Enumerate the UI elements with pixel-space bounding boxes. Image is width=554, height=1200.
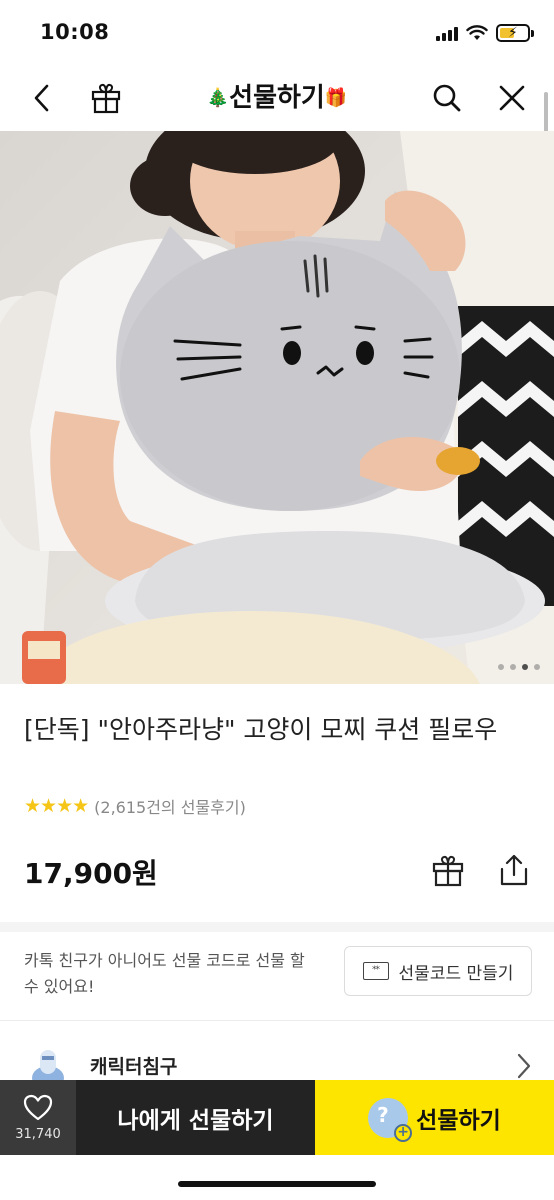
brand-row[interactable]: 캐릭터침구 — [0, 1032, 554, 1088]
plus-icon: + — [394, 1123, 413, 1142]
price-actions — [430, 850, 532, 890]
section-divider — [0, 922, 554, 932]
pager-dot[interactable] — [510, 664, 516, 670]
present-icon: 🎁 — [324, 87, 348, 109]
gift-code-description: 카톡 친구가 아니어도 선물 코드로 선물 할 수 있어요! — [24, 951, 305, 996]
gift-icon — [432, 855, 464, 887]
pager-dot[interactable] — [534, 664, 540, 670]
status-bar: 10:08 ⚡ — [0, 0, 554, 64]
share-button[interactable] — [496, 850, 532, 890]
wish-count: 31,740 — [15, 1126, 61, 1142]
rating[interactable]: ★★★★ (2,615건의 선물후기) — [24, 794, 246, 818]
home-area — [0, 1155, 554, 1200]
price: 17,900원 — [24, 857, 158, 890]
code-icon: ** — [362, 962, 389, 980]
signal-icon — [436, 25, 458, 41]
gift-to-me-button[interactable]: 나에게 선물하기 — [76, 1080, 315, 1155]
page-title: 🎄선물하기🎁 — [0, 78, 554, 118]
create-gift-code-button[interactable]: ** 선물코드 만들기 — [344, 946, 532, 996]
create-gift-code-label: 선물코드 만들기 — [398, 963, 514, 984]
search-icon — [433, 84, 461, 112]
gift-wrap-button[interactable] — [430, 850, 466, 890]
pager-dot[interactable] — [498, 664, 504, 670]
search-button[interactable] — [427, 78, 467, 118]
header: 🎄선물하기🎁 — [0, 64, 554, 132]
brand-name: 캐릭터침구 — [90, 1056, 178, 1078]
send-gift-button[interactable]: ? + 선물하기 — [315, 1080, 554, 1155]
chevron-right-icon — [517, 1053, 531, 1079]
bottom-action-bar: 31,740 나에게 선물하기 ? + 선물하기 — [0, 1080, 554, 1155]
section-divider — [0, 1020, 554, 1021]
product-title: [단독] "안아주라냥" 고양이 모찌 쿠션 필로우 — [24, 715, 498, 744]
friend-icon-mark: ? — [377, 1102, 389, 1127]
battery-icon: ⚡ — [496, 24, 534, 42]
page-title-text: 선물하기 — [229, 83, 325, 113]
close-icon — [499, 85, 525, 111]
tree-icon: 🎄 — [206, 87, 230, 109]
product-photo — [0, 131, 554, 684]
gift-to-me-label: 나에게 선물하기 — [117, 1107, 274, 1134]
share-icon — [500, 854, 528, 886]
heart-icon — [23, 1094, 53, 1120]
close-button[interactable] — [492, 78, 532, 118]
status-time: 10:08 — [40, 20, 110, 44]
status-icons: ⚡ — [436, 22, 534, 44]
pager-dot-active[interactable] — [522, 664, 528, 670]
wish-button[interactable]: 31,740 — [0, 1080, 76, 1155]
home-indicator[interactable] — [178, 1181, 376, 1187]
image-pager[interactable] — [498, 664, 540, 670]
add-friend-icon: ? + — [368, 1097, 413, 1142]
wifi-icon — [466, 25, 488, 40]
product-image[interactable] — [0, 131, 554, 684]
review-count[interactable]: (2,615건의 선물후기) — [94, 794, 246, 818]
send-gift-label: 선물하기 — [416, 1107, 501, 1134]
star-rating-icon: ★★★★ — [24, 795, 89, 817]
